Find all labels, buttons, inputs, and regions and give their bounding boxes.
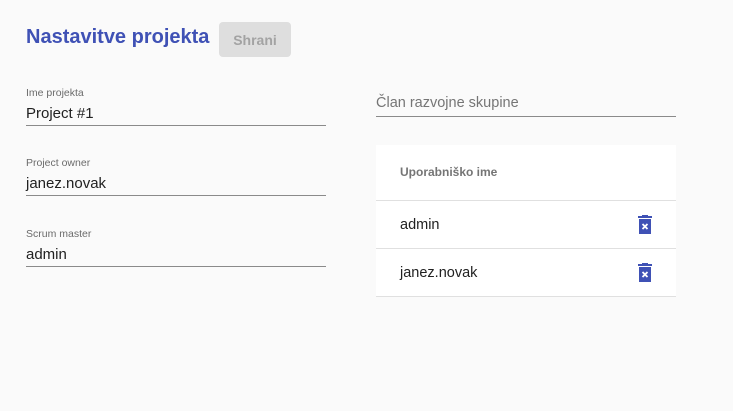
field-label: Project owner xyxy=(26,157,91,169)
table-row: janez.novak xyxy=(376,249,676,297)
save-button[interactable]: Shrani xyxy=(219,22,291,57)
scrum-master-field[interactable]: Scrum master admin xyxy=(26,228,326,267)
delete-icon[interactable] xyxy=(638,215,652,234)
field-value[interactable]: janez.novak xyxy=(26,173,326,195)
username-cell: janez.novak xyxy=(400,264,478,281)
table-row: admin xyxy=(376,201,676,249)
delete-icon[interactable] xyxy=(638,263,652,282)
column-header-username: Uporabniško ime xyxy=(376,145,676,201)
field-label: Ime projekta xyxy=(26,87,84,99)
field-value[interactable]: admin xyxy=(26,244,326,266)
username-cell: admin xyxy=(400,216,440,233)
team-member-input[interactable]: Član razvojne skupine xyxy=(376,92,676,117)
field-value[interactable]: Project #1 xyxy=(26,103,326,125)
product-owner-field[interactable]: Project owner janez.novak xyxy=(26,157,326,196)
field-label: Scrum master xyxy=(26,228,92,240)
page-title: Nastavitve projekta xyxy=(26,26,210,48)
project-name-field[interactable]: Ime projekta Project #1 xyxy=(26,87,326,126)
team-members-table: Uporabniško ime admin janez.novak xyxy=(376,145,676,297)
